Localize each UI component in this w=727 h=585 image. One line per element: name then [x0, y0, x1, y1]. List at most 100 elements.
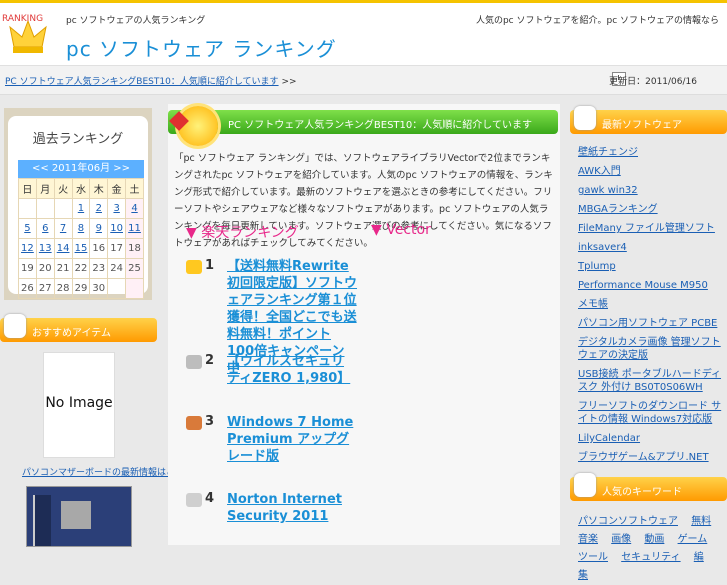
recommended-items-title: おすすめアイテム [32, 328, 111, 339]
keyword-tag[interactable]: 無料 [691, 516, 711, 527]
calendar-day-link[interactable]: 13 [35, 238, 55, 259]
calendar-day-link[interactable]: 11 [125, 218, 144, 239]
software-link[interactable]: Tplump [578, 260, 723, 273]
rank-link[interactable]: 【ウイルスセキュリティZERO 1,980】 [227, 353, 357, 387]
calendar-day: 23 [89, 258, 109, 279]
software-link[interactable]: gawk win32 [578, 184, 723, 197]
weekday-sun: 日 [18, 178, 37, 199]
weekday-sat: 土 [125, 178, 144, 199]
calendar-day [35, 198, 55, 219]
breadcrumb-link[interactable]: PC ソフトウェア人気ランキングBEST10：人気順に紹介しています [5, 77, 279, 87]
site-header: RANKING pc ソフトウェアの人気ランキング pc ソフトウェア ランキン… [0, 3, 727, 66]
calendar-day: 24 [107, 258, 127, 279]
calendar-day-link[interactable]: 4 [125, 198, 144, 219]
calendar-day-link[interactable]: 1 [71, 198, 91, 219]
calendar-day: 20 [35, 258, 55, 279]
software-link[interactable]: USB接続 ポータブルハードディスク 外付け BS0T0S06WH [578, 368, 723, 394]
vector-heading: ▼ Vector [371, 222, 431, 238]
software-link[interactable]: 壁紙チェンジ [578, 146, 723, 159]
header-description: 人気のpc ソフトウェアを紹介。pc ソフトウェアの情報なら [475, 16, 719, 26]
rank-number: 2 [205, 353, 215, 368]
calendar-widget: 過去ランキング << 2011年06月 >> 日 月 火 水 木 金 土 1 2… [4, 108, 152, 300]
calendar-day-link[interactable]: 14 [53, 238, 73, 259]
keyword-tag[interactable]: パソコンソフトウェア [578, 516, 678, 527]
calendar-day-link[interactable]: 8 [71, 218, 91, 239]
site-tagline: pc ソフトウェアの人気ランキング [66, 16, 206, 26]
calendar-day: 28 [53, 278, 73, 299]
software-link[interactable]: パソコン用ソフトウェア PCBE [578, 317, 723, 330]
calendar-day: 19 [18, 258, 37, 279]
breadcrumb-separator: >> [281, 77, 297, 87]
calendar-panel: 過去ランキング << 2011年06月 >> 日 月 火 水 木 金 土 1 2… [8, 116, 148, 299]
calendar-day: 30 [89, 278, 109, 299]
latest-software-header: 最新ソフトウェア [570, 106, 727, 134]
calendar-day-link[interactable]: 2 [89, 198, 109, 219]
calendar-day: 29 [71, 278, 91, 299]
motherboard-image[interactable] [26, 486, 132, 547]
calendar-day-link[interactable]: 7 [53, 218, 73, 239]
bronze-crown-icon [186, 416, 202, 430]
calendar-title: 過去ランキング [32, 132, 124, 147]
software-link[interactable]: メモ帳 [578, 298, 723, 311]
software-link[interactable]: MBGAランキング [578, 203, 723, 216]
no-image-thumbnail[interactable]: No Image [43, 352, 115, 458]
calendar-table: 日 月 火 水 木 金 土 1 2 3 4 5 6 7 8 9 10 11 12… [18, 178, 144, 299]
refresh-arrow-icon [574, 106, 596, 130]
keyword-tag[interactable]: セキュリティ [621, 552, 680, 563]
popular-keywords-header: 人気のキーワード [570, 473, 727, 501]
software-link[interactable]: AWK入門 [578, 165, 723, 178]
software-link[interactable]: inksaver4 [578, 241, 723, 254]
rank-link[interactable]: Norton Internet Security 2011 [227, 491, 357, 525]
calendar-day-link[interactable]: 3 [107, 198, 127, 219]
calendar-day-link[interactable]: 15 [71, 238, 91, 259]
rank-badge: 2 [186, 353, 214, 371]
calendar-day-link[interactable]: 12 [18, 238, 37, 259]
ranking-crown-logo[interactable]: RANKING [0, 7, 56, 63]
software-link[interactable]: Performance Mouse M950 [578, 279, 723, 292]
software-link[interactable]: LilyCalendar [578, 432, 723, 445]
site-title[interactable]: pc ソフトウェア ランキング [66, 33, 337, 62]
keyword-tag[interactable]: 音楽 [578, 534, 598, 545]
calendar-day [125, 278, 144, 299]
calendar-day: 18 [125, 238, 144, 259]
software-link[interactable]: FileMany ファイル管理ソフト [578, 222, 723, 235]
keyword-tag[interactable]: ツール [578, 552, 608, 563]
rakuten-ranking-heading: ▼ 楽天ランキング [186, 225, 299, 241]
breadcrumb: PC ソフトウェア人気ランキングBEST10：人気順に紹介しています >> [5, 74, 297, 87]
keyword-tag[interactable]: 動画 [644, 534, 664, 545]
calendar-day: 25 [125, 258, 144, 279]
weekday-fri: 金 [107, 178, 127, 199]
main-title-bar: PC ソフトウェア人気ランキングBEST10：人気順に紹介しています [168, 110, 558, 134]
latest-software-list: 壁紙チェンジ AWK入門 gawk win32 MBGAランキング FileMa… [578, 146, 723, 470]
latest-software-title: 最新ソフトウェア [602, 120, 682, 131]
calendar-nav[interactable]: << 2011年06月 >> [18, 160, 144, 178]
calendar-day [18, 198, 37, 219]
calendar-day: 27 [35, 278, 55, 299]
keyword-tag[interactable]: 画像 [611, 534, 631, 545]
rank-link[interactable]: Windows 7 Home Premium アップグレード版 [227, 414, 357, 465]
weekday-tue: 火 [53, 178, 73, 199]
software-link[interactable]: デジタルカメラ画像 管理ソフトウェアの決定版 [578, 336, 723, 362]
calendar-day-link[interactable]: 5 [18, 218, 37, 239]
rank-badge: 1 [186, 258, 214, 276]
update-date: 更新日：2011/06/16 [609, 77, 697, 87]
recommended-items-header: おすすめアイテム [0, 314, 157, 342]
sun-badge-icon [178, 106, 218, 146]
rank-number: 4 [205, 491, 215, 506]
silver-crown-icon [186, 355, 202, 369]
calendar-day [53, 198, 73, 219]
calendar-day: 21 [53, 258, 73, 279]
board-slot [33, 495, 51, 546]
calendar-day-link[interactable]: 10 [107, 218, 127, 239]
rank-badge: 4 [186, 491, 214, 509]
software-link[interactable]: フリーソフトのダウンロード サイトの情報 Windows7対応版 [578, 400, 723, 426]
calendar-day: 26 [18, 278, 37, 299]
calendar-day-link[interactable]: 9 [89, 218, 109, 239]
calendar-day-link[interactable]: 6 [35, 218, 55, 239]
weekday-mon: 月 [35, 178, 55, 199]
keyword-tag[interactable]: ゲーム [678, 534, 708, 545]
heart-icon [574, 473, 596, 497]
cart-icon [4, 314, 26, 338]
software-link[interactable]: ブラウザゲーム&アプリ.NET [578, 451, 723, 464]
no-image-label: No Image [45, 395, 113, 411]
